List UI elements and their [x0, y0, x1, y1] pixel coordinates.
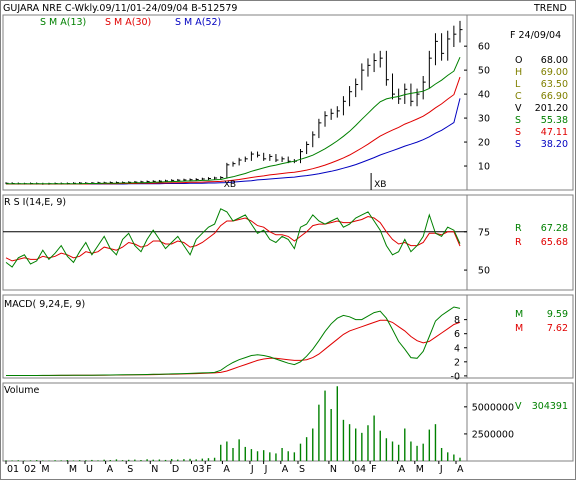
rsi-readout-key: R — [515, 237, 522, 248]
x-tick-label: A — [282, 464, 289, 475]
price-readout-value: 69.00 — [541, 67, 568, 78]
rsi-readout-value: 67.28 — [541, 223, 568, 234]
rsi-title: R S I(14,E, 9) — [4, 197, 66, 208]
x-tick-label: A — [457, 464, 464, 475]
macd-title: MACD( 9,24,E, 9) — [4, 299, 85, 310]
macd-ytick-label: -0 — [451, 371, 460, 382]
x-axis: 01 02 M M U A S N D 03 F A J J A S N 04 F A M J A — [5, 461, 464, 475]
x-tick-label: U — [86, 464, 93, 475]
x-tick-label: A — [107, 464, 114, 475]
macd-panel: MACD( 9,24,E, 9) -0 2 4 6 8 M 9.59 M 7.62 — [4, 299, 568, 382]
price-panel: S M A(13) S M A(30) S M A(52) F 24/09/04 XB X… — [5, 17, 568, 190]
x-tick-label: J — [250, 464, 254, 475]
price-readout-key: H — [515, 67, 522, 78]
price-ytick-label: 30 — [478, 114, 490, 125]
macd-line — [6, 306, 461, 376]
sma30-line — [6, 76, 461, 185]
chart-title: GUJARA NRE C-Wkly.09/11/01-24/09/04 B-51… — [3, 3, 237, 14]
x-tick-label: N — [330, 464, 337, 475]
price-readout-value: 38.20 — [541, 139, 568, 150]
xb-annotation: XB — [224, 180, 236, 190]
x-tick-label: M — [416, 464, 424, 475]
chart-canvas: GUJARA NRE C-Wkly.09/11/01-24/09/04 B-51… — [0, 0, 576, 480]
price-ytick-label: 40 — [478, 90, 490, 101]
macd-readout-key: M — [515, 323, 523, 334]
x-tick-label: N — [151, 464, 158, 475]
legend-entry: S M A(30) — [105, 17, 151, 28]
rsi-panel: R S I(14,E, 9) 50 75 R 67.28 R 65.68 — [3, 197, 568, 277]
macd-readout-key: M — [515, 309, 523, 320]
x-tick-label: A — [399, 464, 406, 475]
macd-readout-value: 9.59 — [547, 309, 568, 320]
rsi-readout-key: R — [515, 223, 522, 234]
price-ytick-label: 10 — [478, 162, 490, 173]
price-ytick-label: 60 — [478, 42, 490, 53]
price-ytick-label: 20 — [478, 138, 490, 149]
volume-readout-key: V — [515, 401, 522, 412]
price-readout-key: V — [515, 103, 522, 114]
x-tick-label: 02 — [24, 464, 36, 475]
volume-ytick-label: 2500000 — [472, 429, 514, 440]
macd-frame — [2, 294, 574, 379]
volume-readout-value: 304391 — [532, 401, 568, 412]
macd-ytick-label: 2 — [454, 357, 460, 368]
x-tick-label: 01 — [7, 464, 19, 475]
mode-label: TREND — [533, 3, 567, 14]
x-tick-label: F — [206, 464, 211, 475]
rsi-readout-value: 65.68 — [541, 237, 568, 248]
price-readout-value: 68.00 — [541, 55, 568, 66]
x-tick-label: S — [299, 464, 305, 475]
volume-title: Volume — [4, 385, 39, 396]
x-tick-label: M — [41, 464, 49, 475]
legend-entry: S M A(52) — [175, 17, 221, 28]
x-tick-label: D — [172, 464, 179, 475]
macd-readout-value: 7.62 — [547, 323, 568, 334]
rsi-ytick-label: 50 — [478, 266, 490, 277]
volume-frame — [2, 382, 574, 462]
price-ytick-label: 50 — [478, 66, 490, 77]
date-label: F 24/09/04 — [510, 30, 561, 41]
macd-ytick-label: 8 — [454, 315, 460, 326]
legend-entry: S M A(13) — [40, 17, 86, 28]
macd-ytick-label: 4 — [454, 343, 460, 354]
price-readout-value: 55.38 — [541, 115, 568, 126]
price-readout-key: S — [515, 139, 521, 150]
volume-panel: Volume 2500000 5000000 V 304391 — [4, 385, 568, 461]
sma52-line — [6, 98, 461, 185]
price-readout-value: 47.11 — [541, 127, 568, 138]
price-readout-value: 201.20 — [535, 103, 568, 114]
x-tick-label: S — [127, 464, 133, 475]
price-readout-key: O — [515, 55, 522, 66]
x-tick-label: J — [439, 464, 443, 475]
x-tick-label: 03 — [192, 464, 204, 475]
price-readout-key: S — [515, 127, 521, 138]
price-readout-key: L — [515, 79, 521, 90]
x-tick-label: F — [371, 464, 376, 475]
xb-annotation: XB — [374, 180, 386, 190]
price-readout-key: S — [515, 115, 521, 126]
x-tick-label: 04 — [354, 464, 366, 475]
x-tick-label: J — [264, 464, 268, 475]
rsi-ytick-label: 75 — [478, 227, 490, 238]
price-readout-key: C — [515, 91, 522, 102]
x-tick-label: M — [69, 464, 77, 475]
price-readout-value: 63.50 — [541, 79, 568, 90]
price-readout-value: 66.90 — [541, 91, 568, 102]
volume-ytick-label: 5000000 — [472, 402, 514, 413]
x-tick-label: A — [223, 464, 230, 475]
chart-window: GUJARA NRE C-Wkly.09/11/01-24/09/04 B-51… — [0, 0, 576, 480]
macd-ytick-label: 6 — [454, 329, 460, 340]
